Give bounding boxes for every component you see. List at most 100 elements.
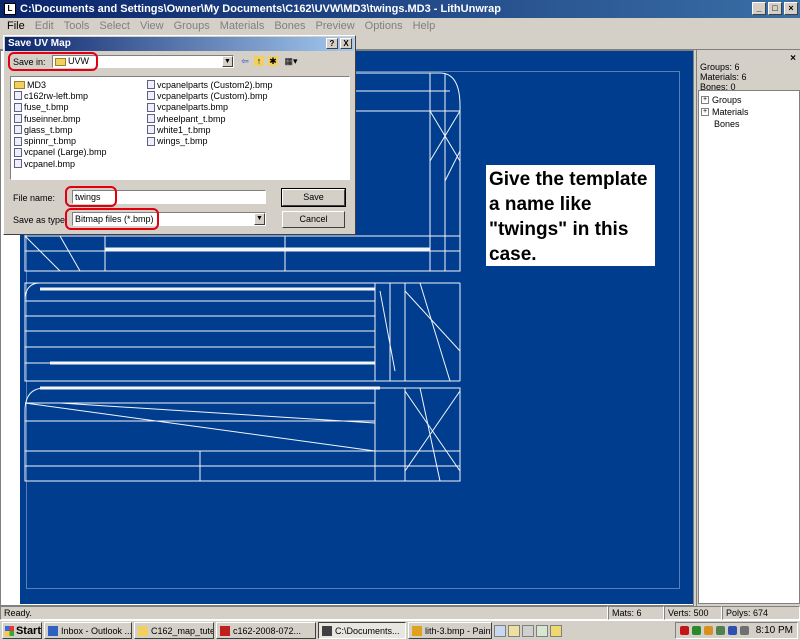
file-list-item[interactable]: vcpanelparts (Custom).bmp (147, 90, 273, 101)
file-list-item[interactable]: MD3 (14, 79, 107, 90)
file-list-item[interactable]: vcpanelparts.bmp (147, 102, 273, 113)
app-icon: L (4, 3, 16, 15)
tray-icon-shield[interactable] (727, 626, 737, 635)
back-arrow-icon[interactable]: ⇦ (240, 56, 250, 66)
menu-preview[interactable]: Preview (311, 20, 360, 32)
save-as-type-label: Save as type: (13, 215, 68, 225)
bitmap-file-icon (14, 147, 22, 157)
tray-icon-zonealarm[interactable] (679, 626, 689, 635)
highlight-file-name (65, 186, 117, 207)
file-name: vcpanelparts (Custom).bmp (157, 90, 268, 101)
menu-file[interactable]: File (2, 20, 30, 32)
menu-groups[interactable]: Groups (169, 20, 215, 32)
file-list-item[interactable]: white1_t.bmp (147, 124, 273, 135)
file-name: fuseinner.bmp (24, 113, 81, 124)
window-title: C:\Documents and Settings\Owner\My Docum… (20, 3, 501, 15)
taskbar-button[interactable]: C162_map_tute (134, 622, 214, 639)
quicklaunch-icon-3[interactable] (522, 624, 534, 637)
file-list-item[interactable]: wheelpant_t.bmp (147, 113, 273, 124)
tree-item-materials[interactable]: + Materials (701, 106, 797, 118)
task-app-icon (412, 625, 422, 636)
start-button[interactable]: Start (2, 622, 42, 639)
file-name: vcpanelparts (Custom2).bmp (157, 79, 273, 90)
system-tray: 8:10 PM (674, 622, 798, 639)
close-button[interactable]: × (784, 2, 798, 15)
taskbar-label: C:\Documents... (335, 625, 400, 636)
dialog-close-button[interactable]: X (340, 38, 352, 49)
tray-icon-net[interactable] (715, 626, 725, 635)
tree-item-groups[interactable]: + Groups (701, 94, 797, 106)
file-name: fuse_t.bmp (24, 102, 69, 113)
status-ready: Ready. (0, 606, 608, 620)
menu-edit[interactable]: Edit (30, 20, 59, 32)
bitmap-file-icon (147, 102, 155, 112)
menu-options[interactable]: Options (360, 20, 408, 32)
file-list-item[interactable]: vcpanelparts (Custom2).bmp (147, 79, 273, 90)
chevron-down-icon[interactable]: ▼ (254, 213, 265, 225)
tree-item-label: Groups (712, 95, 742, 105)
file-list-item[interactable]: fuse_t.bmp (14, 102, 107, 113)
up-folder-icon[interactable]: ↑ (254, 56, 264, 66)
file-name: white1_t.bmp (157, 124, 211, 135)
dialog-titlebar[interactable]: Save UV Map ? X (5, 37, 354, 51)
cancel-button[interactable]: Cancel (282, 211, 345, 228)
file-name: vcpanel (Large).bmp (24, 147, 107, 158)
tree-item-bones[interactable]: Bones (701, 118, 797, 130)
instruction-note: Give the template a name like "twings" i… (486, 165, 655, 266)
menu-materials[interactable]: Materials (215, 20, 270, 32)
view-menu-icon[interactable]: ▦▾ (283, 56, 299, 66)
start-label: Start (15, 624, 41, 637)
taskbar-label: c162-2008-072... (233, 625, 302, 636)
expand-icon[interactable]: + (701, 108, 709, 116)
file-name: c162rw-left.bmp (24, 90, 89, 101)
file-list-item[interactable]: vcpanel.bmp (14, 158, 107, 169)
file-list-item[interactable]: glass_t.bmp (14, 124, 107, 135)
folder-icon (14, 80, 25, 89)
taskbar-button[interactable]: C:\Documents... (318, 622, 406, 639)
quicklaunch-icon-2[interactable] (508, 624, 520, 637)
taskbar-button[interactable]: lith-3.bmp - Paint (408, 622, 492, 639)
tree-item-label: Materials (712, 107, 749, 117)
panel-close-icon[interactable]: × (790, 53, 796, 64)
clock[interactable]: 8:10 PM (756, 625, 793, 636)
file-name: MD3 (27, 79, 47, 90)
quicklaunch-icon-4[interactable] (536, 624, 548, 637)
quicklaunch-icon-5[interactable] (550, 624, 562, 637)
menu-select[interactable]: Select (94, 20, 135, 32)
taskbar-button[interactable]: c162-2008-072... (216, 622, 316, 639)
bitmap-file-icon (14, 91, 22, 101)
status-mats: Mats: 6 (608, 606, 664, 620)
menu-tools[interactable]: Tools (59, 20, 95, 32)
tray-icon-c[interactable] (703, 626, 713, 635)
new-folder-icon[interactable]: ✱ (268, 56, 278, 66)
save-uv-map-dialog: Save UV Map ? X Save in: UVW ▼ ⇦ ↑ ✱ ▦▾ … (3, 35, 356, 235)
menu-help[interactable]: Help (408, 20, 441, 32)
minimize-button[interactable]: _ (752, 2, 766, 15)
tray-icon-volume[interactable] (739, 626, 749, 635)
file-list-item[interactable]: spinnr_t.bmp (14, 135, 107, 146)
model-tree: + Groups + Materials Bones (698, 90, 800, 604)
file-list-item[interactable]: wings_t.bmp (147, 135, 273, 146)
tray-icon-m[interactable] (691, 626, 701, 635)
menu-bones[interactable]: Bones (269, 20, 310, 32)
chevron-down-icon[interactable]: ▼ (222, 56, 233, 67)
tree-item-label: Bones (714, 119, 740, 129)
status-bar: Ready. Mats: 6 Verts: 500 Polys: 674 (0, 606, 800, 620)
window-titlebar[interactable]: L C:\Documents and Settings\Owner\My Doc… (0, 0, 800, 18)
file-list-item[interactable]: vcpanel (Large).bmp (14, 147, 107, 158)
bitmap-file-icon (147, 114, 155, 124)
file-list[interactable]: MD3 c162rw-left.bmp fuse_t.bmp fuseinner.bm… (10, 76, 350, 180)
save-button[interactable]: Save (281, 188, 346, 207)
menu-view[interactable]: View (135, 20, 169, 32)
file-list-item[interactable]: fuseinner.bmp (14, 113, 107, 124)
file-list-item[interactable]: c162rw-left.bmp (14, 90, 107, 101)
status-polys: Polys: 674 (722, 606, 800, 620)
bitmap-file-icon (14, 114, 22, 124)
expand-icon[interactable]: + (701, 96, 709, 104)
help-button[interactable]: ? (326, 38, 338, 49)
bitmap-file-icon (14, 102, 22, 112)
task-app-icon (138, 625, 148, 636)
taskbar-button[interactable]: Inbox - Outlook ... (44, 622, 132, 639)
quicklaunch-icon-1[interactable] (494, 624, 506, 637)
maximize-button[interactable]: □ (768, 2, 782, 15)
